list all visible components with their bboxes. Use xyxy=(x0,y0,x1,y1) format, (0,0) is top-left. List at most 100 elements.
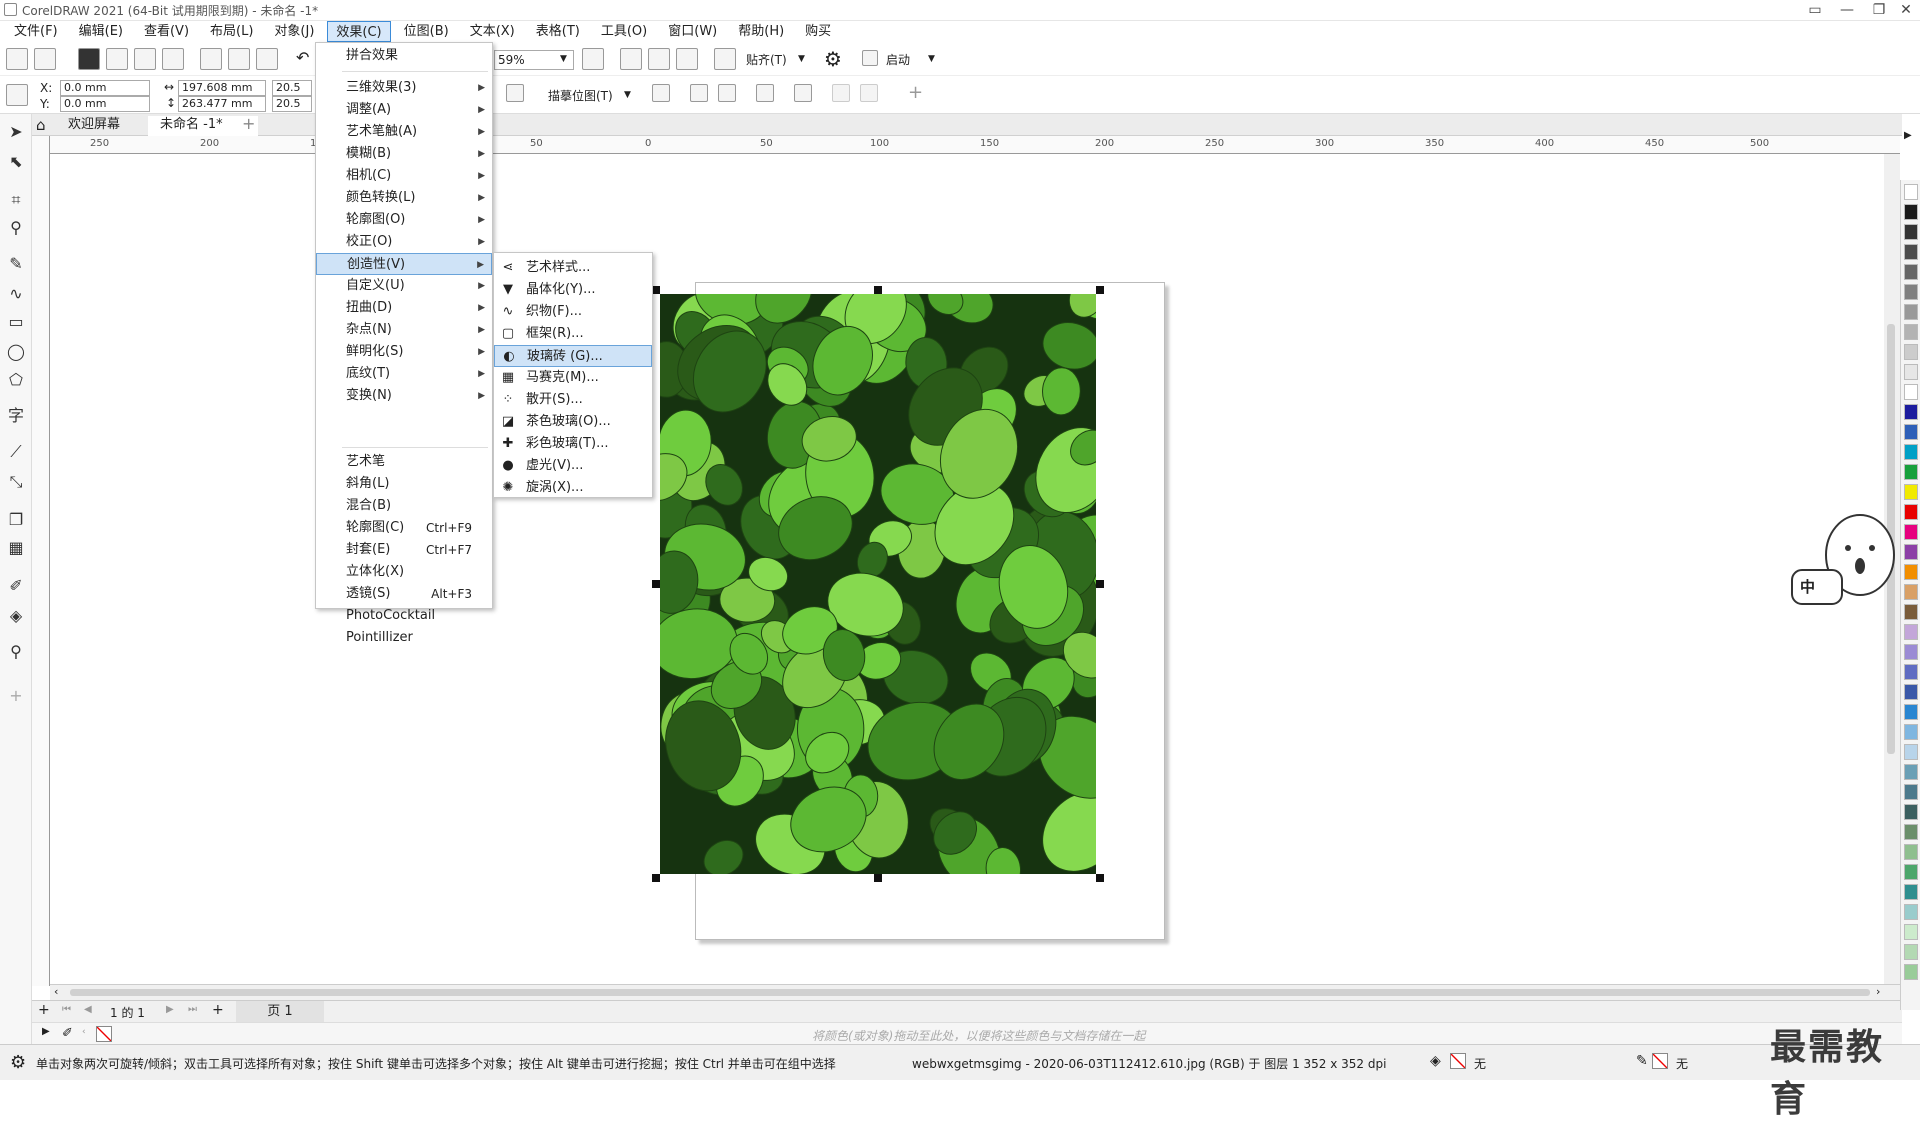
ime-mascot[interactable]: 中 xyxy=(1790,500,1900,620)
outline-swatch[interactable] xyxy=(1652,1053,1668,1069)
color-swatch[interactable] xyxy=(1904,224,1918,240)
y-position-field[interactable]: 0.0 mm xyxy=(60,96,150,112)
color-swatch[interactable] xyxy=(1904,724,1918,740)
color-swatch[interactable] xyxy=(1904,844,1918,860)
menu-text[interactable]: 文本(X) xyxy=(462,21,523,42)
eyedropper-tool-icon[interactable]: ✐ xyxy=(6,576,26,596)
menu-item-effect-category[interactable]: 自定义(U) ▶ xyxy=(316,275,492,297)
add-tab-icon[interactable]: + xyxy=(242,114,255,133)
chevron-down-icon[interactable]: ▼ xyxy=(798,54,805,64)
horizontal-scrollbar[interactable]: ‹ › xyxy=(50,984,1900,1000)
gear-icon[interactable]: ⚙ xyxy=(10,1052,26,1073)
color-swatch[interactable] xyxy=(1904,444,1918,460)
chevron-left-icon[interactable]: ‹ xyxy=(82,1027,86,1037)
color-swatch[interactable] xyxy=(1904,424,1918,440)
menu-item-effect-category[interactable]: 调整(A) ▶ xyxy=(316,99,492,121)
menu-item-effect-category[interactable]: 颜色转换(L) ▶ xyxy=(316,187,492,209)
menu-item-effect-category[interactable]: 变换(N) ▶ xyxy=(316,385,492,407)
full-screen-icon[interactable] xyxy=(620,48,642,70)
menu-item-effect[interactable]: 艺术笔 xyxy=(316,451,492,473)
minimize-button[interactable]: — xyxy=(1831,0,1863,21)
close-button[interactable]: ✕ xyxy=(1890,0,1920,21)
menu-bitmaps[interactable]: 位图(B) xyxy=(396,21,457,42)
color-swatch[interactable] xyxy=(1904,324,1918,340)
paste-icon[interactable] xyxy=(256,48,278,70)
menu-item-effect-category[interactable]: 扭曲(D) ▶ xyxy=(316,297,492,319)
cloud-download-icon[interactable] xyxy=(106,48,128,70)
dimension-tool-icon[interactable]: ⟋ xyxy=(6,442,26,462)
layer-down-icon[interactable] xyxy=(860,84,878,102)
chevron-down-icon[interactable]: ▼ xyxy=(560,54,567,64)
ellipse-tool-icon[interactable]: ◯ xyxy=(6,342,26,362)
shape-tool-icon[interactable]: ⬉ xyxy=(6,152,26,172)
open-folder-icon[interactable] xyxy=(34,48,56,70)
width-field[interactable]: 197.608 mm xyxy=(178,80,266,96)
color-swatch[interactable] xyxy=(1904,744,1918,760)
next-page-icon[interactable]: ▶ xyxy=(166,1004,174,1015)
menu-effects[interactable]: 效果(C) xyxy=(327,21,391,42)
menu-item-effect[interactable]: PhotoCocktail xyxy=(316,605,492,627)
menu-item-effect[interactable]: 轮廓图(C) Ctrl+F9 xyxy=(316,517,492,539)
color-swatch[interactable] xyxy=(1904,764,1918,780)
color-swatch[interactable] xyxy=(1904,564,1918,580)
color-swatch[interactable] xyxy=(1904,364,1918,380)
menu-item-effect-category[interactable]: 校正(O) ▶ xyxy=(316,231,492,253)
grid-icon[interactable] xyxy=(648,48,670,70)
color-swatch[interactable] xyxy=(1904,304,1918,320)
submenu-item-creative[interactable]: ▦ 马赛克(M)... xyxy=(494,367,652,389)
menu-item-effect-category[interactable]: 鲜明化(S) ▶ xyxy=(316,341,492,363)
color-swatch[interactable] xyxy=(1904,464,1918,480)
snap-to-dropdown[interactable]: 贴齐(T) xyxy=(746,51,787,68)
first-page-icon[interactable]: ⏮ xyxy=(62,1004,71,1015)
menu-help[interactable]: 帮助(H) xyxy=(730,21,792,42)
color-swatch[interactable] xyxy=(1904,484,1918,500)
launch-dropdown[interactable]: 启动 xyxy=(886,51,910,68)
color-swatch[interactable] xyxy=(1904,544,1918,560)
color-swatch[interactable] xyxy=(1904,964,1918,980)
cut-icon[interactable] xyxy=(200,48,222,70)
color-swatch[interactable] xyxy=(1904,504,1918,520)
bitmap-mask-icon[interactable] xyxy=(718,84,736,102)
color-swatch[interactable] xyxy=(1904,664,1918,680)
launch-icon[interactable] xyxy=(862,50,878,66)
color-swatch[interactable] xyxy=(1904,924,1918,940)
height-field[interactable]: 263.477 mm xyxy=(178,96,266,112)
selection-handle[interactable] xyxy=(652,286,660,294)
scale-y-field[interactable]: 20.5 xyxy=(272,96,312,112)
menu-view[interactable]: 查看(V) xyxy=(136,21,197,42)
menu-item-effect-category[interactable]: 艺术笔触(A) ▶ xyxy=(316,121,492,143)
copy-icon[interactable] xyxy=(228,48,250,70)
crop-bitmap-icon[interactable] xyxy=(652,84,670,102)
submenu-item-creative[interactable]: ✚ 彩色玻璃(T)... xyxy=(494,433,652,455)
submenu-item-creative[interactable]: ⋖ 艺术样式... xyxy=(494,257,652,279)
menu-item-effect-category[interactable]: 三维效果(3) ▶ xyxy=(316,77,492,99)
color-swatch[interactable] xyxy=(1904,884,1918,900)
scroll-thumb[interactable] xyxy=(70,989,1870,996)
pick-tool-icon[interactable]: ➤ xyxy=(6,122,26,142)
menu-file[interactable]: 文件(F) xyxy=(6,21,66,42)
bounding-box-icon[interactable] xyxy=(756,84,774,102)
export-icon[interactable] xyxy=(714,48,736,70)
menu-item-effect[interactable]: 透镜(S) Alt+F3 xyxy=(316,583,492,605)
expand-icon[interactable]: ▶ xyxy=(42,1026,50,1037)
shadow-tool-icon[interactable]: ❐ xyxy=(6,510,26,530)
submenu-item-creative[interactable]: ▢ 框架(R)... xyxy=(494,323,652,345)
fill-tool-icon[interactable]: ◈ xyxy=(6,606,26,626)
color-swatch[interactable] xyxy=(1904,584,1918,600)
color-swatch[interactable] xyxy=(1904,624,1918,640)
rectangle-tool-icon[interactable]: ▭ xyxy=(6,312,26,332)
gear-icon[interactable]: ⚙ xyxy=(824,47,842,71)
menu-item-effect[interactable]: 混合(B) xyxy=(316,495,492,517)
chevron-down-icon[interactable]: ▼ xyxy=(624,90,631,100)
color-swatch[interactable] xyxy=(1904,264,1918,280)
color-swatch[interactable] xyxy=(1904,904,1918,920)
color-swatch[interactable] xyxy=(1904,784,1918,800)
color-swatch[interactable] xyxy=(1904,204,1918,220)
crop-tool-icon[interactable]: ⌗ xyxy=(6,190,26,210)
color-swatch[interactable] xyxy=(1904,184,1918,200)
transparency-tool-icon[interactable]: ▦ xyxy=(6,538,26,558)
menu-edit[interactable]: 编辑(E) xyxy=(71,21,131,42)
fill-swatch[interactable] xyxy=(1450,1053,1466,1069)
color-swatch[interactable] xyxy=(1904,824,1918,840)
color-swatch[interactable] xyxy=(1904,864,1918,880)
